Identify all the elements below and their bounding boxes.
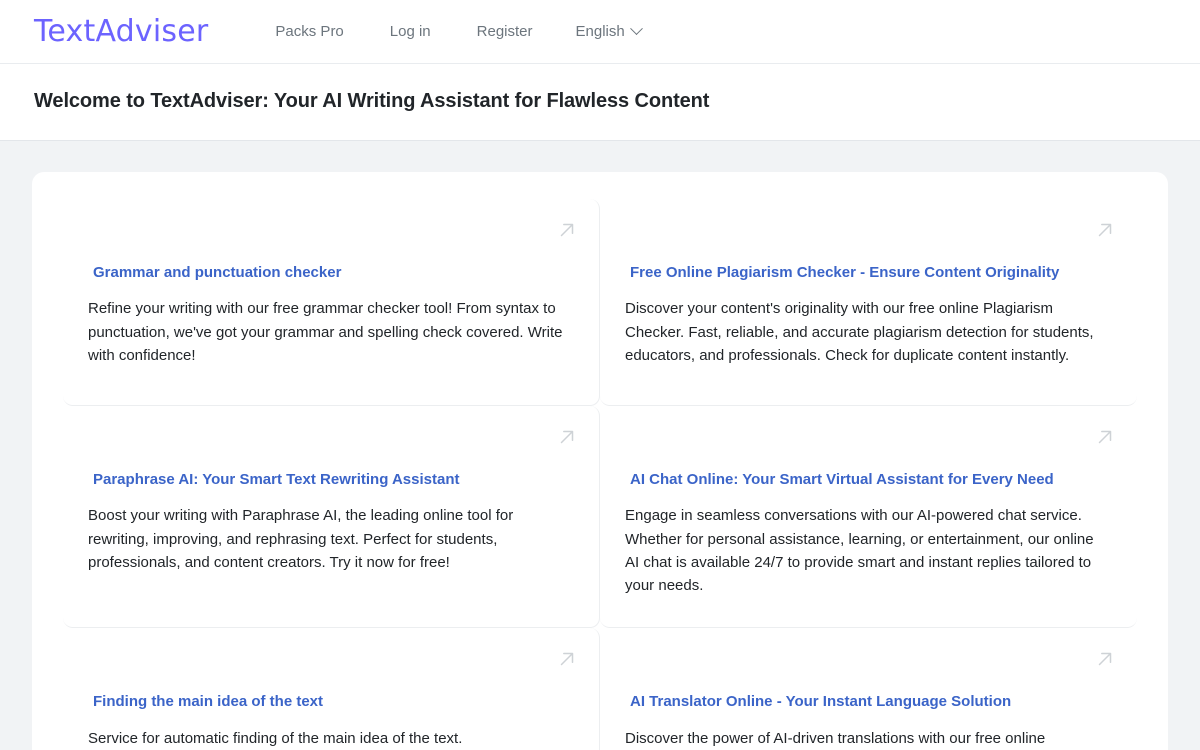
brand-logo[interactable]: TextAdviser [34,16,208,47]
tool-card-title: AI Chat Online: Your Smart Virtual Assis… [630,471,1054,488]
tool-card[interactable]: AI Chat Online: Your Smart Virtual Assis… [600,406,1137,629]
nav-item-packs-pro: Packs Pro [252,15,366,48]
tool-card-title: Free Online Plagiarism Checker - Ensure … [630,264,1060,281]
page-heading-bar: Welcome to TextAdviser: Your AI Writing … [0,64,1200,141]
arrow-up-right-icon [1094,426,1116,448]
arrow-up-right-icon [556,219,578,241]
tools-grid: Grammar and punctuation checker Refine y… [63,199,1137,750]
tool-card[interactable]: Finding the main idea of the text Servic… [63,628,600,750]
nav-item-language: English [556,15,661,48]
tool-card-title: Grammar and punctuation checker [93,264,342,281]
arrow-up-right-icon [1094,219,1116,241]
tool-card[interactable]: Paraphrase AI: Your Smart Text Rewriting… [63,406,600,629]
tool-card-description: Service for automatic finding of the mai… [88,729,463,747]
tools-panel: Grammar and punctuation checker Refine y… [32,172,1168,750]
tool-card[interactable]: Free Online Plagiarism Checker - Ensure … [600,199,1137,406]
arrow-up-right-icon [1094,648,1116,670]
tool-card-title: AI Translator Online - Your Instant Lang… [630,693,1012,711]
tool-card-description: Refine your writing with our free gramma… [88,300,563,364]
tool-card-description: Engage in seamless conversations with ou… [625,507,1094,594]
chevron-down-icon [629,22,643,36]
tool-card[interactable]: AI Translator Online - Your Instant Lang… [600,628,1137,750]
tool-card-title: Finding the main idea of the text [93,693,324,711]
tool-card-title: Paraphrase AI: Your Smart Text Rewriting… [93,471,460,488]
language-selector-label: English [575,23,625,40]
arrow-up-right-icon [556,426,578,448]
tool-card[interactable]: Grammar and punctuation checker Refine y… [63,199,600,406]
nav-links: Packs Pro Log in Register English [252,15,660,48]
page-title: Welcome to TextAdviser: Your AI Writing … [34,90,710,112]
nav-item-register: Register [454,15,556,48]
tool-card-description: Boost your writing with Paraphrase AI, t… [88,507,514,571]
arrow-up-right-icon [556,648,578,670]
language-selector[interactable]: English [556,15,661,48]
tool-card-description: Discover the power of AI-driven translat… [625,729,1046,747]
nav-link-register[interactable]: Register [454,15,556,48]
top-navbar: TextAdviser Packs Pro Log in Register En… [0,0,1200,64]
main-content: Grammar and punctuation checker Refine y… [0,141,1200,750]
nav-item-log-in: Log in [367,15,454,48]
nav-link-log-in[interactable]: Log in [367,15,454,48]
nav-link-packs-pro[interactable]: Packs Pro [252,15,366,48]
tool-card-description: Discover your content's originality with… [625,300,1094,364]
